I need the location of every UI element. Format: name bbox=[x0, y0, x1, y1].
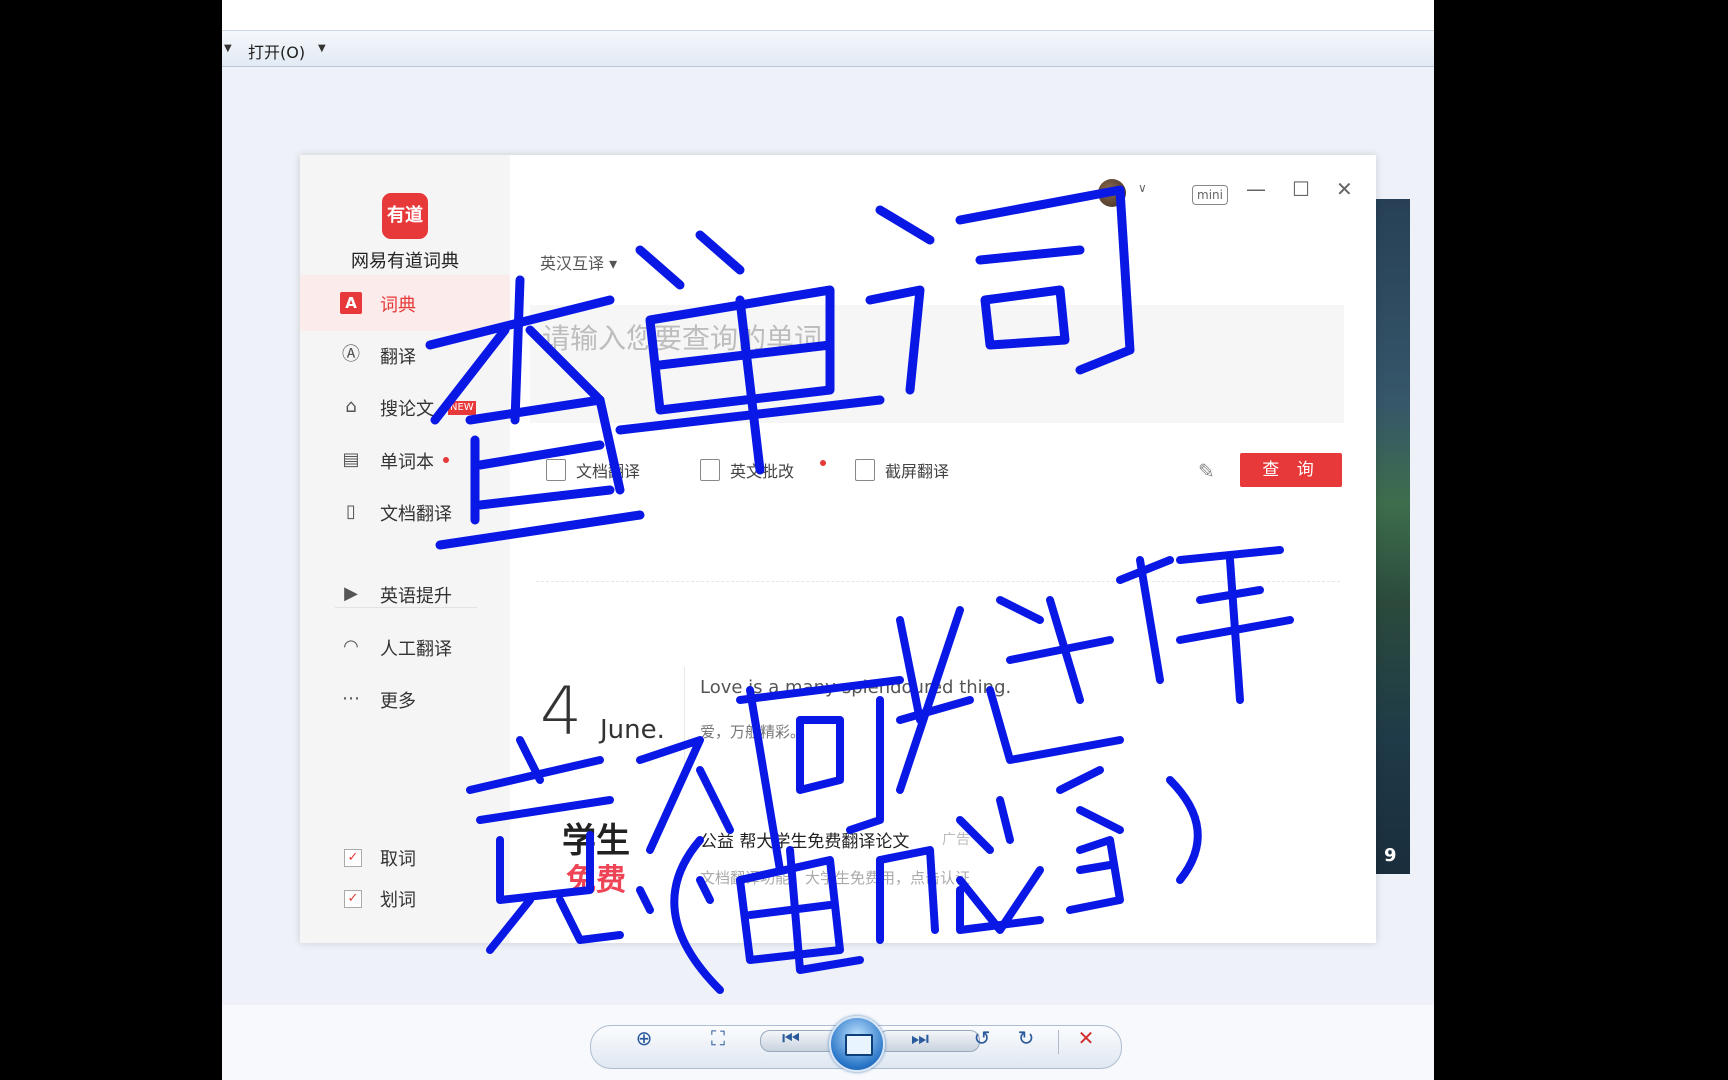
open-caret-icon[interactable]: ▼ bbox=[318, 43, 326, 54]
daily-divider bbox=[684, 667, 685, 777]
promo-title[interactable]: 公益 帮大学生免费翻译论文 bbox=[700, 827, 909, 852]
slideshow-button[interactable] bbox=[829, 1016, 885, 1072]
new-badge: NEW bbox=[448, 401, 476, 415]
handwriting-icon[interactable]: ✎ bbox=[1198, 459, 1215, 483]
more-icon: ⋯ bbox=[342, 688, 360, 709]
notification-dot bbox=[443, 457, 449, 463]
search-placeholder: 请输入您要查询的单词 bbox=[542, 322, 823, 355]
play-icon: ▶ bbox=[344, 583, 358, 604]
image-corner-number: 9 bbox=[1384, 845, 1397, 866]
language-select[interactable]: 英汉互译 ▾ bbox=[540, 250, 617, 274]
translate-icon: Ⓐ bbox=[342, 344, 360, 365]
sidebar-item-english-boost[interactable]: ▶ 英语提升 bbox=[300, 566, 510, 622]
screenshot-icon bbox=[855, 459, 875, 481]
sidebar-item-label: 更多 bbox=[380, 691, 416, 712]
zoom-icon[interactable]: ⊕ bbox=[626, 1020, 662, 1056]
dictionary-icon: A bbox=[340, 292, 362, 314]
capture-word-label: 取词 bbox=[380, 849, 416, 870]
daily-quote-english[interactable]: Love is a many-splendoured thing. bbox=[700, 677, 1011, 698]
tool-label: 英文批改 bbox=[730, 462, 795, 481]
rotate-right-icon[interactable]: ↻ bbox=[1008, 1020, 1044, 1056]
close-icon[interactable]: ✕ bbox=[1336, 177, 1353, 201]
user-avatar[interactable] bbox=[1098, 179, 1126, 207]
correction-icon bbox=[700, 459, 720, 481]
sidebar-item-label: 搜论文 bbox=[380, 399, 434, 420]
youdao-dictionary-window: 有道 网易有道词典 A 词典 Ⓐ 翻译 ⌂ 搜论文 NEW ▤ 单词本 ▯ 文档… bbox=[300, 155, 1376, 943]
delete-icon[interactable]: ✕ bbox=[1068, 1020, 1104, 1056]
tool-label: 截屏翻译 bbox=[885, 462, 950, 481]
promo-image[interactable]: 学生 免费 bbox=[548, 803, 658, 903]
avatar-caret-icon[interactable]: ∨ bbox=[1138, 181, 1147, 195]
content-divider bbox=[536, 581, 1340, 582]
daily-day: 4 bbox=[540, 673, 582, 750]
sidebar-item-human-translate[interactable]: ◠ 人工翻译 bbox=[300, 619, 510, 675]
open-menu-button[interactable]: 打开(O) bbox=[248, 39, 305, 63]
sidebar-item-doc-translate[interactable]: ▯ 文档翻译 bbox=[300, 484, 510, 540]
tool-label: 文档翻译 bbox=[576, 462, 641, 481]
select-word-label: 划词 bbox=[380, 890, 416, 911]
headset-icon: ◠ bbox=[343, 636, 359, 657]
promo-subtitle: 文档翻译功能，大学生免费用，点击认证 bbox=[700, 869, 971, 887]
graduation-cap-icon: ⌂ bbox=[345, 396, 357, 417]
maximize-icon[interactable]: ☐ bbox=[1292, 177, 1310, 201]
sidebar-item-label: 英语提升 bbox=[380, 586, 452, 607]
dropdown-caret-icon[interactable]: ▼ bbox=[224, 43, 232, 54]
app-name: 网易有道词典 bbox=[351, 251, 459, 272]
screenshot-tool[interactable]: 截屏翻译 bbox=[855, 458, 949, 482]
sidebar-item-label: 文档翻译 bbox=[380, 504, 452, 525]
sidebar-item-label: 单词本 bbox=[380, 452, 434, 473]
youdao-logo: 有道 bbox=[382, 193, 428, 239]
sidebar-item-label: 翻译 bbox=[380, 347, 416, 368]
prev-icon[interactable]: ⏮ bbox=[773, 1020, 809, 1056]
capture-word-checkbox[interactable]: ✓ bbox=[344, 849, 362, 867]
document-icon: ▯ bbox=[346, 501, 356, 522]
search-button[interactable]: 查 询 bbox=[1240, 453, 1342, 487]
daily-quote-chinese: 爱，万般精彩。 bbox=[700, 723, 806, 741]
mini-mode-button[interactable]: mini bbox=[1192, 185, 1228, 205]
notebook-icon: ▤ bbox=[342, 449, 360, 470]
language-select-value: 英汉互译 bbox=[540, 254, 605, 273]
toolbar-separator bbox=[1058, 1030, 1059, 1054]
promo-image-text: 免费 bbox=[566, 863, 626, 898]
viewer-toolbar: ▼ 打开(O) ▼ bbox=[222, 31, 1434, 67]
viewer-title-strip bbox=[222, 0, 1434, 31]
sidebar: 有道 网易有道词典 A 词典 Ⓐ 翻译 ⌂ 搜论文 NEW ▤ 单词本 ▯ 文档… bbox=[300, 155, 510, 943]
minimize-icon[interactable]: — bbox=[1246, 177, 1266, 201]
correction-tool[interactable]: 英文批改 bbox=[700, 458, 794, 482]
background-image-edge: 9 bbox=[1376, 199, 1410, 874]
doc-translate-tool[interactable]: 文档翻译 bbox=[546, 458, 640, 482]
doc-translate-icon bbox=[546, 459, 566, 481]
fit-icon[interactable]: ⛶ bbox=[700, 1020, 736, 1056]
search-input[interactable]: 请输入您要查询的单词 bbox=[530, 305, 1344, 423]
sidebar-item-wordbook[interactable]: ▤ 单词本 bbox=[300, 432, 510, 488]
ad-label: 广告 bbox=[942, 832, 970, 848]
sidebar-item-label: 人工翻译 bbox=[380, 639, 452, 660]
slideshow-icon bbox=[845, 1034, 873, 1056]
select-word-checkbox[interactable]: ✓ bbox=[344, 890, 362, 908]
photo-viewer: ▼ 打开(O) ▼ 9 有道 网易有道词典 A 词典 Ⓐ 翻译 ⌂ 搜论文 NE… bbox=[222, 0, 1434, 1080]
sidebar-item-label: 词典 bbox=[380, 295, 416, 316]
rotate-left-icon[interactable]: ↺ bbox=[964, 1020, 1000, 1056]
notification-dot bbox=[820, 460, 826, 466]
sidebar-item-translate[interactable]: Ⓐ 翻译 bbox=[300, 327, 510, 383]
sidebar-item-dictionary[interactable]: A 词典 bbox=[300, 275, 510, 331]
sidebar-item-papers[interactable]: ⌂ 搜论文 NEW bbox=[300, 379, 510, 435]
next-icon[interactable]: ⏭ bbox=[902, 1020, 938, 1056]
daily-month: June. bbox=[600, 715, 665, 745]
sidebar-item-more[interactable]: ⋯ 更多 bbox=[300, 671, 510, 727]
